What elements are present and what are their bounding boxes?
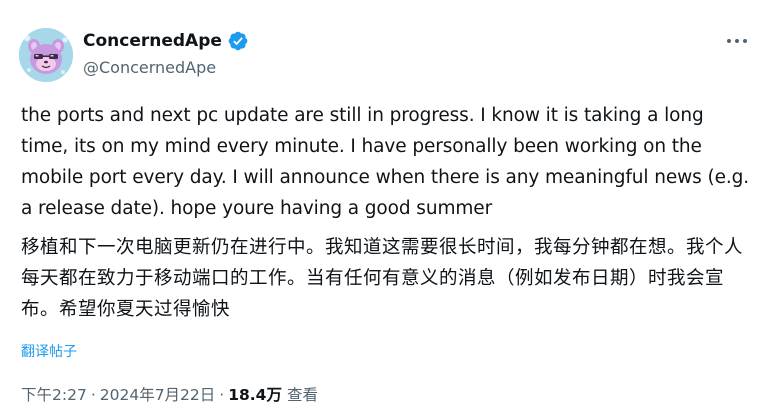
view-count-label: 查看	[286, 386, 318, 404]
post-date[interactable]: 2024年7月22日	[100, 386, 216, 404]
author-handle[interactable]: @ConcernedApe	[83, 57, 216, 79]
avatar-image	[19, 28, 73, 82]
post-card: ConcernedApe @ConcernedApe the ports and…	[0, 0, 768, 420]
author-name[interactable]: ConcernedApe	[83, 30, 249, 52]
verified-badge-icon	[228, 31, 248, 51]
view-count[interactable]: 18.4万	[228, 386, 282, 404]
post-meta: 下午2:27 · 2024年7月22日 · 18.4万 查看	[21, 384, 318, 406]
more-options-button[interactable]	[724, 30, 750, 52]
translate-post-link[interactable]: 翻译帖子	[21, 342, 77, 362]
meta-separator: ·	[219, 386, 225, 404]
avatar[interactable]	[19, 28, 73, 82]
author-name-text[interactable]: ConcernedApe	[83, 30, 222, 52]
post-time[interactable]: 下午2:27	[21, 386, 87, 404]
post-text-original: the ports and next pc update are still i…	[21, 105, 750, 219]
more-options-icon	[727, 39, 747, 43]
meta-separator: ·	[90, 386, 96, 404]
post-text-translated: 移植和下一次电脑更新仍在进行中。我知道这需要很长时间，我每分钟都在想。我个人每天…	[21, 237, 744, 320]
